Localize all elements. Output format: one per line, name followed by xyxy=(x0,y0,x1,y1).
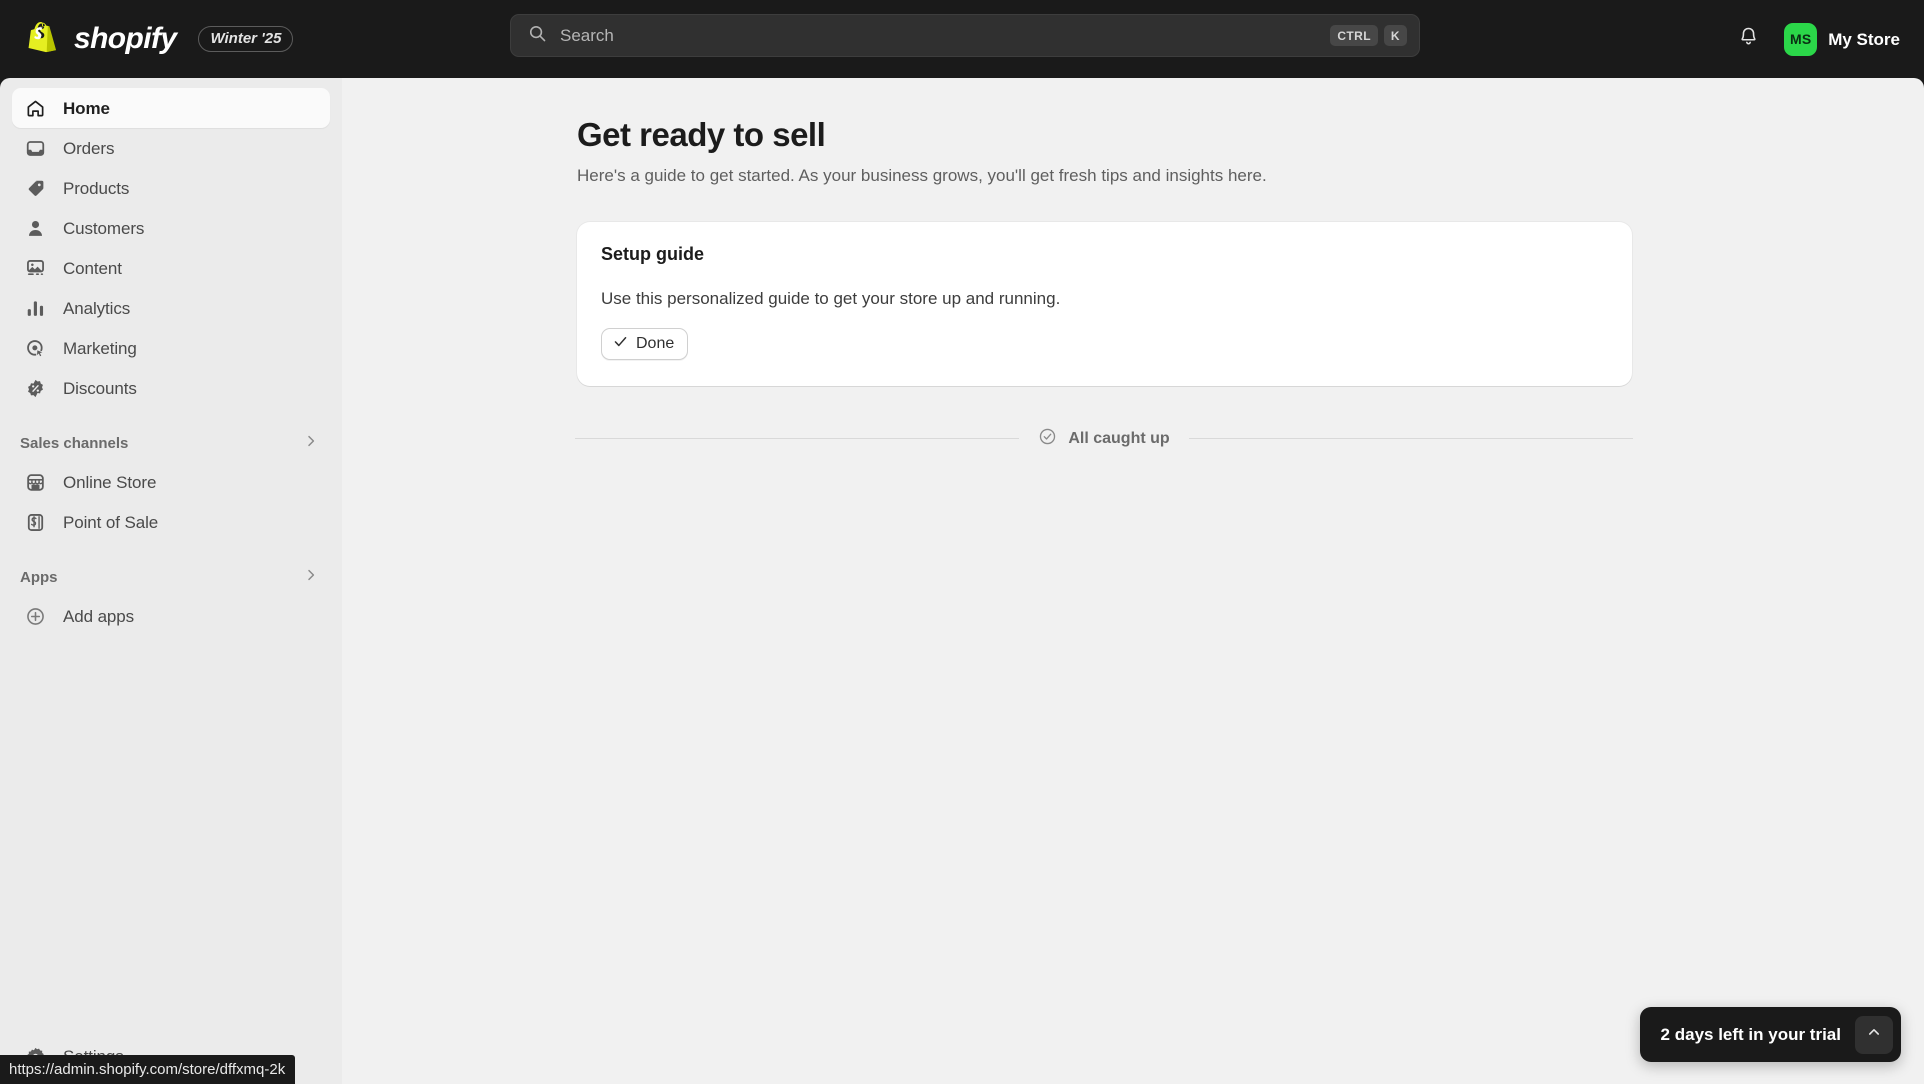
store-account-button[interactable]: MS My Store xyxy=(1778,17,1910,62)
content-image-icon xyxy=(25,258,46,279)
target-cursor-icon xyxy=(25,338,46,359)
search-input[interactable]: Search CTRL K xyxy=(510,14,1420,57)
shortcut-k-key: K xyxy=(1383,25,1407,46)
sidebar-item-label: Analytics xyxy=(63,298,131,318)
check-circle-icon xyxy=(1038,427,1057,451)
bell-icon xyxy=(1738,26,1759,52)
setup-guide-title: Setup guide xyxy=(601,244,704,265)
sidebar-item-label: Products xyxy=(63,178,130,198)
section-title: Sales channels xyxy=(20,434,129,452)
shortcut-ctrl-key: CTRL xyxy=(1330,25,1378,46)
sidebar-item-label: Point of Sale xyxy=(63,512,159,532)
discount-badge-icon xyxy=(25,378,46,399)
sidebar-item-products[interactable]: Products xyxy=(12,168,330,208)
brand-logo[interactable]: shopify Winter '25 xyxy=(28,22,294,56)
storefront-icon xyxy=(25,472,46,493)
status-bar-url: https://admin.shopify.com/store/dffxmq-2… xyxy=(0,1055,296,1084)
sidebar-item-home[interactable]: Home xyxy=(12,88,330,128)
sidebar-item-label: Add apps xyxy=(63,606,135,626)
search-placeholder: Search xyxy=(560,26,614,45)
sidebar-item-label: Marketing xyxy=(63,338,137,358)
sidebar-item-label: Content xyxy=(63,258,122,278)
sidebar-item-label: Home xyxy=(63,98,110,118)
page-title: Get ready to sell xyxy=(577,116,826,153)
sidebar-item-content[interactable]: Content xyxy=(12,248,330,288)
sidebar-item-label: Discounts xyxy=(63,378,137,398)
sidebar: Home Orders Products Customers Content A… xyxy=(0,78,342,1084)
chevron-right-icon xyxy=(304,434,318,453)
bar-chart-icon xyxy=(25,298,46,319)
sidebar-item-customers[interactable]: Customers xyxy=(12,208,330,248)
app-root: shopify Winter '25 Search CTRL K MS My S… xyxy=(0,0,1924,1084)
sidebar-item-label: Online Store xyxy=(63,472,157,492)
trial-banner-expand-button[interactable] xyxy=(1855,1015,1893,1054)
notifications-button[interactable] xyxy=(1728,19,1768,59)
done-button-label: Done xyxy=(636,334,675,352)
pos-receipt-icon xyxy=(25,512,46,533)
product-tag-icon xyxy=(25,178,46,199)
store-name-label: My Store xyxy=(1828,29,1900,49)
sidebar-nav: Home Orders Products Customers Content A… xyxy=(0,78,342,636)
divider-line-left xyxy=(575,438,1020,440)
page-container: Get ready to sell Here's a guide to get … xyxy=(342,78,1924,451)
plus-circle-icon xyxy=(25,606,46,627)
person-icon xyxy=(25,218,46,239)
sidebar-item-online-store[interactable]: Online Store xyxy=(12,462,330,502)
version-badge: Winter '25 xyxy=(198,25,294,53)
sidebar-item-label: Orders xyxy=(63,138,115,158)
home-icon xyxy=(25,98,46,119)
section-title: Apps xyxy=(20,568,58,586)
top-bar-actions: MS My Store xyxy=(1728,0,1910,78)
search-icon xyxy=(528,24,547,48)
top-bar: shopify Winter '25 Search CTRL K MS My S… xyxy=(0,0,1924,78)
sidebar-item-marketing[interactable]: Marketing xyxy=(12,328,330,368)
trial-banner[interactable]: 2 days left in your trial xyxy=(1639,1007,1901,1062)
main-content: Get ready to sell Here's a guide to get … xyxy=(342,78,1924,1084)
shopify-bag-icon xyxy=(28,22,58,56)
sidebar-item-label: Customers xyxy=(63,218,145,238)
done-button[interactable]: Done xyxy=(601,327,689,360)
page-subtitle: Here's a guide to get started. As your b… xyxy=(577,165,1267,185)
avatar: MS xyxy=(1784,22,1818,56)
all-caught-up-label-group: All caught up xyxy=(1019,427,1188,451)
setup-guide-card: Setup guide Use this personalized guide … xyxy=(577,222,1632,386)
sidebar-item-discounts[interactable]: Discounts xyxy=(12,368,330,408)
sidebar-item-orders[interactable]: Orders xyxy=(12,128,330,168)
sidebar-section-sales-channels[interactable]: Sales channels xyxy=(12,424,330,462)
brand-wordmark: shopify xyxy=(74,22,177,55)
sidebar-item-analytics[interactable]: Analytics xyxy=(12,288,330,328)
sidebar-item-point-of-sale[interactable]: Point of Sale xyxy=(12,502,330,542)
chevron-right-icon xyxy=(304,568,318,587)
check-icon xyxy=(613,334,628,354)
all-caught-up-divider: All caught up xyxy=(575,427,1634,451)
chevron-up-icon xyxy=(1867,1025,1881,1044)
trial-banner-text: 2 days left in your trial xyxy=(1660,1025,1841,1044)
setup-guide-description: Use this personalized guide to get your … xyxy=(601,288,1061,308)
all-caught-up-text: All caught up xyxy=(1068,429,1170,447)
search-container: Search CTRL K xyxy=(510,14,1420,57)
divider-line-right xyxy=(1188,438,1634,440)
orders-inbox-icon xyxy=(25,138,46,159)
sidebar-section-apps[interactable]: Apps xyxy=(12,558,330,596)
sidebar-item-add-apps[interactable]: Add apps xyxy=(12,596,330,636)
